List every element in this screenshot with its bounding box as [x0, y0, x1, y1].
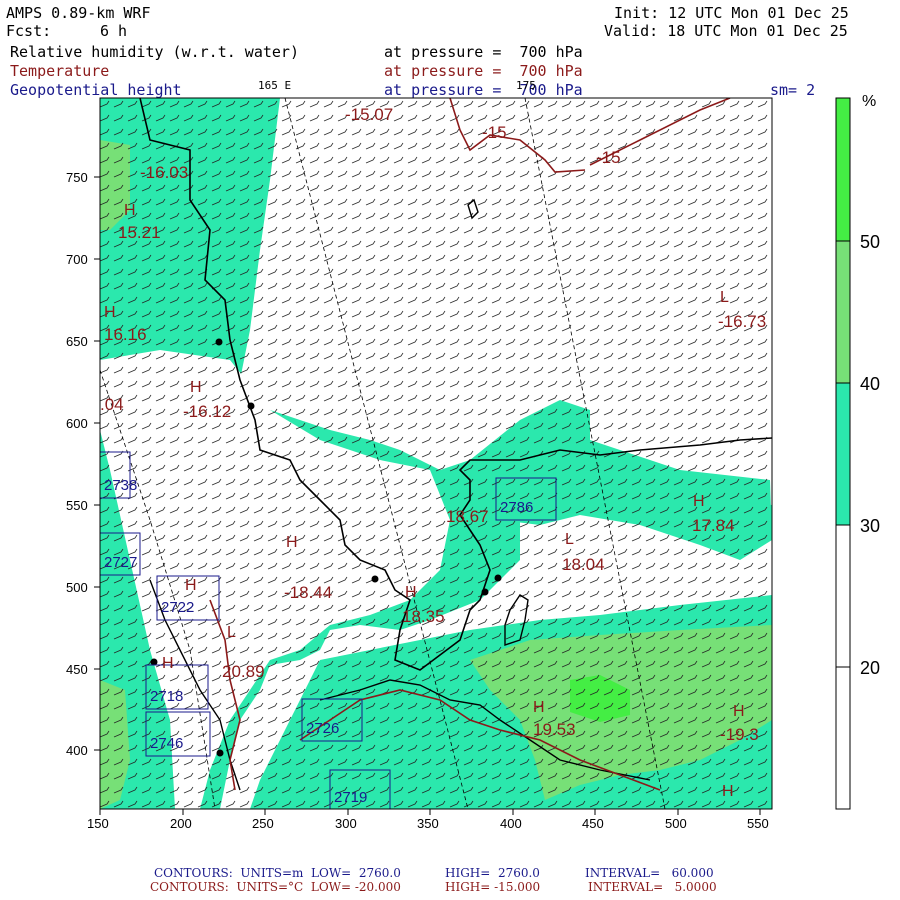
y-tick-label: 600 — [66, 416, 88, 431]
x-axis: 150 200 250 300 350 400 450 500 550 — [87, 809, 769, 831]
colorbar-label-30: 30 — [860, 516, 880, 536]
x-tick-label: 200 — [170, 816, 192, 831]
colorbar-label-40: 40 — [860, 374, 880, 394]
footer-height-high: HIGH= 2760.0 — [445, 866, 540, 880]
pressure-marker: H — [733, 703, 745, 720]
pressure-marker: H — [124, 202, 136, 219]
x-tick-label: 350 — [417, 816, 439, 831]
x-tick-label: 550 — [747, 816, 769, 831]
colorbar-swatch-30 — [836, 383, 850, 525]
colorbar-label-20: 20 — [860, 658, 880, 678]
footer-temp-contours: CONTOURS: UNITS=°C LOW= -20.000 — [150, 880, 401, 894]
x-tick-label: 300 — [335, 816, 357, 831]
footer-temp-interval: INTERVAL= 5.0000 — [588, 880, 717, 894]
pressure-marker: L — [227, 624, 236, 641]
station-marker — [247, 402, 255, 410]
x-tick-label: 150 — [87, 816, 109, 831]
footer-height-contours: CONTOURS: UNITS=m LOW= 2760.0 — [154, 866, 401, 880]
height-box-label: 2746 — [150, 735, 183, 752]
x-tick-label: 250 — [252, 816, 274, 831]
y-tick-label: 450 — [66, 662, 88, 677]
colorbar: % 50 40 30 20 — [835, 93, 880, 810]
pressure-marker: H — [162, 655, 174, 672]
y-axis: 750 700 650 600 550 500 450 400 — [66, 170, 100, 758]
temperature-label: -16.03 — [140, 163, 188, 182]
station-marker — [481, 588, 489, 596]
temperature-label: 19.53 — [533, 720, 576, 739]
temperature-label: -15.07 — [345, 105, 393, 124]
height-box-label: 2786 — [500, 499, 533, 516]
x-tick-label: 450 — [582, 816, 604, 831]
temperature-label: .04 — [100, 395, 124, 414]
temperature-label: -18.44 — [284, 583, 332, 602]
pressure-marker: H — [104, 304, 116, 321]
temperature-label: 18.04 — [562, 555, 605, 574]
pressure-marker: H — [286, 534, 298, 551]
y-tick-label: 500 — [66, 580, 88, 595]
station-marker — [371, 575, 379, 583]
temperature-label: 17.84 — [692, 516, 735, 535]
colorbar-label-50: 50 — [860, 232, 880, 252]
height-box-label: 2719 — [334, 789, 367, 806]
station-marker — [150, 658, 158, 666]
map-area: 2786 2722 2718 2746 2726 2719 2727 2738 -15.07 -… — [100, 98, 772, 809]
height-box-label: 2718 — [150, 688, 183, 705]
pressure-marker: L — [565, 531, 574, 548]
height-box-label: 2738 — [104, 477, 137, 494]
footer-height-interval: INTERVAL= 60.000 — [585, 866, 714, 880]
y-tick-label: 750 — [66, 170, 88, 185]
temperature-label: 18.35 — [402, 607, 445, 626]
colorbar-unit: % — [862, 93, 876, 110]
temperature-label: -16.12 — [183, 402, 231, 421]
wind-barbs — [100, 98, 772, 809]
colorbar-swatch-50 — [836, 98, 850, 241]
height-box-label: 2726 — [306, 720, 339, 737]
x-tick-label: 500 — [665, 816, 687, 831]
temperature-label: -19.3 — [720, 725, 759, 744]
y-tick-label: 650 — [66, 334, 88, 349]
height-box-label: 2722 — [161, 599, 194, 616]
temperature-label: 16.16 — [104, 325, 147, 344]
x-tick-label: 400 — [500, 816, 522, 831]
temperature-label: 20.89 — [222, 662, 265, 681]
temperature-label: 18.67 — [446, 507, 489, 526]
map-plot: 2786 2722 2718 2746 2726 2719 2727 2738 -15.07 -… — [66, 93, 880, 831]
pressure-marker: L — [720, 289, 729, 306]
pressure-marker: H — [405, 584, 417, 601]
pressure-marker: H — [722, 783, 734, 800]
colorbar-swatch-40 — [836, 241, 850, 383]
footer-temp-high: HIGH= -15.000 — [445, 880, 541, 894]
height-box-label: 2727 — [104, 554, 137, 571]
pressure-marker: H — [533, 699, 545, 716]
y-tick-label: 400 — [66, 743, 88, 758]
y-tick-label: 700 — [66, 252, 88, 267]
temperature-label: 15.21 — [118, 223, 161, 242]
pressure-marker: H — [185, 577, 197, 594]
y-tick-label: 550 — [66, 498, 88, 513]
station-marker — [215, 338, 223, 346]
station-marker — [216, 749, 224, 757]
pressure-marker: H — [190, 379, 202, 396]
station-marker — [494, 574, 502, 582]
temperature-label: -15 — [482, 123, 507, 142]
pressure-marker: H — [693, 493, 705, 510]
temperature-label: -16.73 — [718, 312, 766, 331]
temperature-label: -15 — [596, 148, 621, 167]
